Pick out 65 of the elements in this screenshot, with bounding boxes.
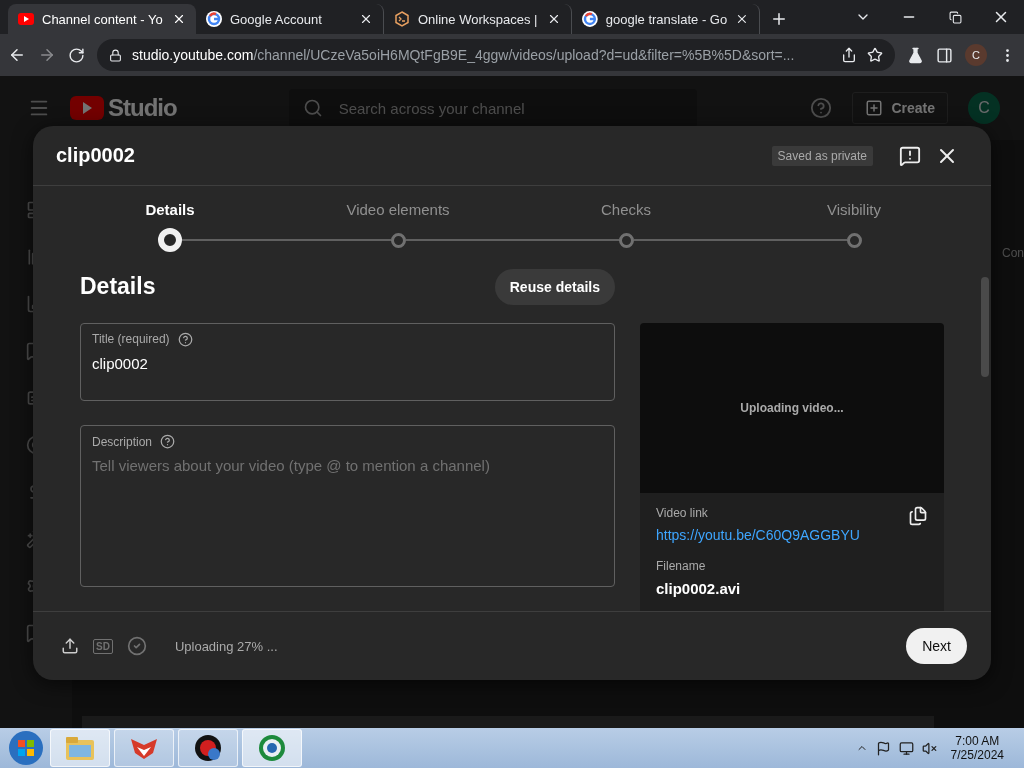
share-icon[interactable] <box>841 47 857 63</box>
volume-muted-icon[interactable] <box>921 740 937 756</box>
upload-icon <box>61 637 79 655</box>
video-link[interactable]: https://youtu.be/C60Q9AGGBYU <box>656 527 860 543</box>
placeholder-text: Tell viewers about your video (type @ to mention a channel) <box>92 457 490 475</box>
side-panel-icon[interactable] <box>936 46 953 64</box>
close-icon[interactable] <box>735 12 749 26</box>
title-field[interactable]: Title (required) clip0002 <box>80 322 615 402</box>
clock[interactable]: 7:00 AM 7/25/2024 <box>950 734 1004 762</box>
reload-icon[interactable] <box>68 46 85 64</box>
address-bar[interactable]: studio.youtube.com/channel/UCzeVa5oiH6MQtFgB9E_4ggw/videos/upload?d=ud&filter=%5B%5D&sort=... <box>97 39 895 71</box>
reuse-details-button[interactable]: Reuse details <box>494 268 615 305</box>
back-icon[interactable] <box>8 46 26 64</box>
star-icon[interactable] <box>867 47 883 63</box>
create-button[interactable]: Create <box>852 92 948 124</box>
restore-icon[interactable] <box>948 10 962 24</box>
field-label: Video link <box>656 506 709 520</box>
add-video-icon <box>865 99 884 117</box>
section-heading: Details <box>80 273 156 301</box>
disc-icon <box>193 733 223 763</box>
youtube-logo-icon <box>18 13 34 25</box>
browser-tab[interactable]: Channel content - Yo <box>8 4 196 34</box>
step-label[interactable]: Visibility <box>827 201 881 218</box>
flask-icon[interactable] <box>907 46 924 64</box>
google-logo-icon <box>206 11 222 27</box>
step-marker[interactable] <box>618 232 634 248</box>
flag-icon[interactable] <box>875 740 891 756</box>
next-button[interactable]: Next <box>906 628 967 664</box>
studio-logo-text: Studio <box>108 94 177 122</box>
taskbar-app[interactable] <box>178 729 238 767</box>
search-icon <box>302 98 323 118</box>
step-label[interactable]: Video elements <box>346 201 450 218</box>
help-icon[interactable] <box>177 331 193 347</box>
description-field[interactable]: Description Tell viewers about your video (type @ to mention a channel) <box>80 425 615 587</box>
lock-icon <box>109 48 122 62</box>
field-value: clip0002 <box>92 354 148 372</box>
feedback-icon[interactable] <box>899 144 921 167</box>
quality-badge: SD <box>93 638 113 654</box>
scrollbar[interactable] <box>981 277 989 377</box>
start-icon[interactable] <box>6 729 46 767</box>
save-status: Saved as private <box>771 145 873 166</box>
hexagon-icon <box>394 11 410 27</box>
network-icon[interactable] <box>898 740 914 756</box>
close-icon[interactable] <box>172 12 186 26</box>
step-label[interactable]: Details <box>145 201 195 218</box>
step-marker[interactable] <box>846 232 862 248</box>
profile-avatar[interactable]: C <box>965 44 987 66</box>
step-marker[interactable] <box>390 232 406 248</box>
play-logo-icon <box>70 96 104 120</box>
check-icon <box>126 636 147 656</box>
column-label: Con <box>1002 246 1024 260</box>
upload-message: Uploading video... <box>740 401 844 415</box>
forward-icon[interactable] <box>38 46 56 64</box>
close-icon[interactable] <box>359 12 373 26</box>
copy-icon[interactable] <box>908 506 928 526</box>
help-icon[interactable] <box>160 434 176 450</box>
filename: clip0002.avi <box>656 580 742 597</box>
new-tab-icon[interactable] <box>770 10 788 28</box>
upload-status: Uploading 27% ... <box>174 638 279 654</box>
field-label: Filename <box>656 559 707 573</box>
dialog-title: clip0002 <box>56 144 136 167</box>
google-logo-icon <box>582 11 598 27</box>
close-icon[interactable] <box>547 12 561 26</box>
folder-icon <box>65 735 95 761</box>
step-label[interactable]: Checks <box>601 201 651 218</box>
